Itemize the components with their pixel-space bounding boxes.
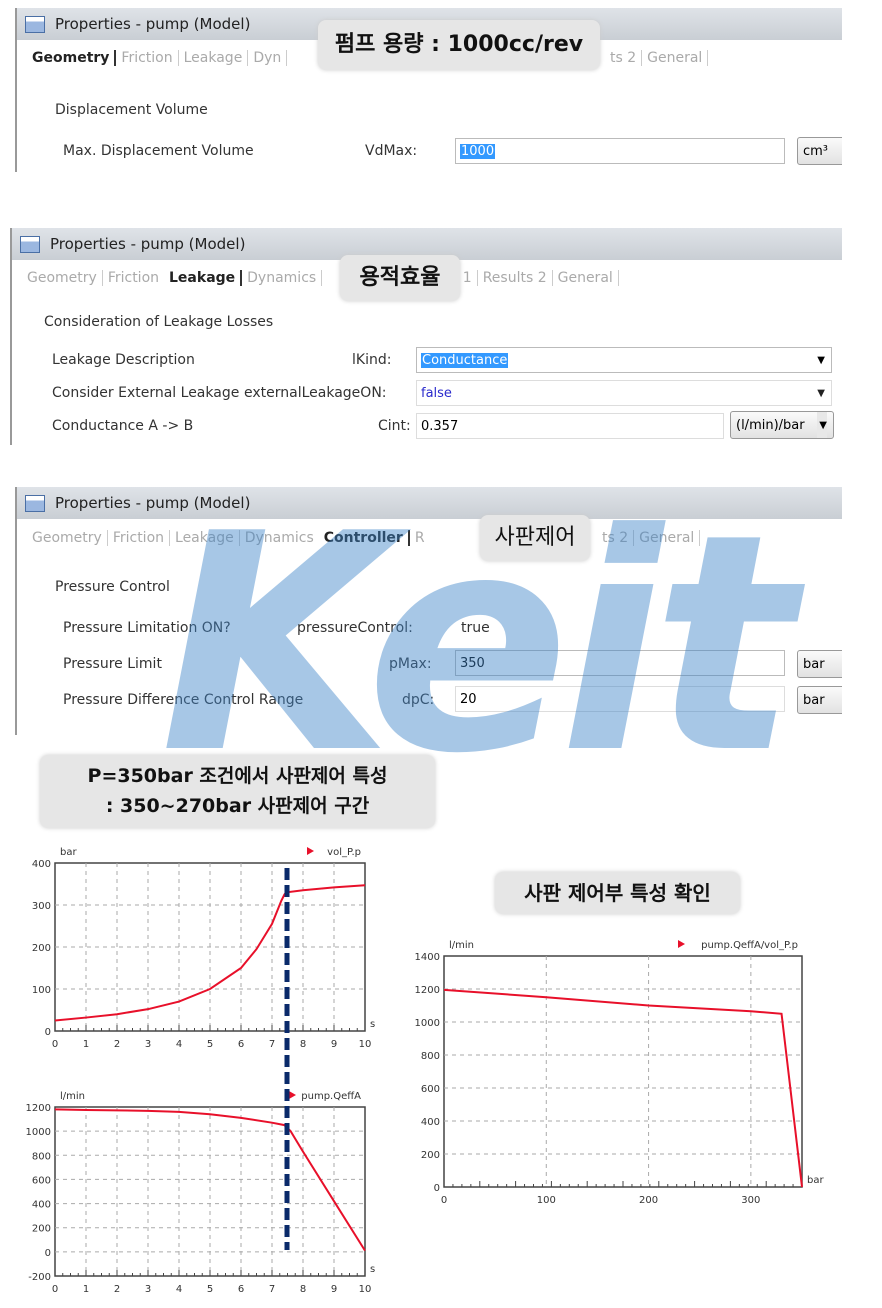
legend-label: pump.QeffA [301, 1091, 361, 1102]
x-axis-unit: s [370, 1264, 375, 1275]
x-tick-label: 1 [83, 1284, 89, 1295]
x-tick-label: 3 [145, 1039, 151, 1050]
y-tick-label: 1200 [415, 985, 440, 996]
x-tick-label: 7 [269, 1284, 275, 1295]
x-tick-label: 5 [207, 1039, 213, 1050]
x-tick-label: 4 [176, 1039, 182, 1050]
y-tick-label: 0 [45, 1248, 51, 1259]
y-tick-label: -200 [28, 1272, 51, 1283]
y-tick-label: 1000 [415, 1018, 440, 1029]
x-tick-label: 6 [238, 1284, 244, 1295]
y-axis-unit: l/min [449, 940, 474, 951]
legend-marker-icon [289, 1091, 296, 1099]
y-tick-label: 1200 [26, 1103, 51, 1114]
y-tick-label: 300 [32, 901, 51, 912]
y-tick-label: 800 [421, 1051, 440, 1062]
x-tick-label: 4 [176, 1284, 182, 1295]
x-tick-label: 9 [331, 1039, 337, 1050]
y-tick-label: 100 [32, 985, 51, 996]
x-tick-label: 0 [52, 1284, 58, 1295]
x-axis-unit: bar [807, 1175, 824, 1186]
y-tick-label: 1400 [415, 952, 440, 963]
legend-marker-icon [678, 940, 685, 948]
x-tick-label: 10 [359, 1039, 372, 1050]
x-tick-label: 2 [114, 1284, 120, 1295]
y-tick-label: 400 [32, 859, 51, 870]
x-tick-label: 5 [207, 1284, 213, 1295]
legend-label: pump.QeffA/vol_P.p [701, 940, 798, 951]
x-tick-label: 8 [300, 1039, 306, 1050]
x-tick-label: 2 [114, 1039, 120, 1050]
y-axis-unit: bar [60, 847, 77, 858]
y-tick-label: 600 [421, 1084, 440, 1095]
x-tick-label: 9 [331, 1284, 337, 1295]
y-tick-label: 200 [32, 943, 51, 954]
x-tick-label: 100 [537, 1195, 556, 1206]
x-tick-label: 3 [145, 1284, 151, 1295]
legend-label: vol_P.p [327, 847, 361, 858]
legend-marker-icon [307, 847, 314, 855]
y-axis-unit: l/min [60, 1091, 85, 1102]
y-tick-label: 400 [32, 1200, 51, 1211]
x-tick-label: 0 [52, 1039, 58, 1050]
y-tick-label: 1000 [26, 1127, 51, 1138]
y-tick-label: 0 [434, 1183, 440, 1194]
y-tick-label: 200 [421, 1150, 440, 1161]
x-tick-label: 1 [83, 1039, 89, 1050]
x-tick-label: 7 [269, 1039, 275, 1050]
x-tick-label: 0 [441, 1195, 447, 1206]
y-tick-label: 800 [32, 1151, 51, 1162]
y-tick-label: 200 [32, 1224, 51, 1235]
y-tick-label: 600 [32, 1175, 51, 1186]
x-tick-label: 200 [639, 1195, 658, 1206]
plot-area [443, 955, 803, 1188]
x-axis-unit: s [370, 1019, 375, 1030]
x-tick-label: 8 [300, 1284, 306, 1295]
x-tick-label: 10 [359, 1284, 372, 1295]
y-tick-label: 0 [45, 1027, 51, 1038]
y-tick-label: 400 [421, 1117, 440, 1128]
x-tick-label: 300 [741, 1195, 760, 1206]
x-tick-label: 6 [238, 1039, 244, 1050]
charts: 0 1 2 3 4 5 6 7 8 9 100100200300400barsvol_P.p0 1 2 3… [26, 847, 824, 1295]
